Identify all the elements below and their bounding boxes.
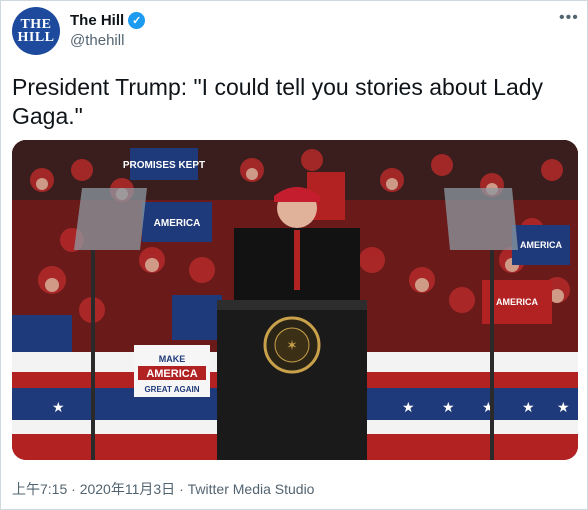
meta-separator: · <box>71 481 76 497</box>
sign-make: MAKE <box>159 354 186 364</box>
svg-text:✶: ✶ <box>286 338 298 354</box>
sign-america-right: AMERICA <box>520 240 562 250</box>
svg-text:★: ★ <box>402 400 415 416</box>
svg-text:★: ★ <box>442 400 455 416</box>
svg-text:★: ★ <box>557 400 570 416</box>
author-handle[interactable]: @thehill <box>70 32 124 49</box>
sign-promises: PROMISES KEPT <box>123 160 205 171</box>
tweet-card: THE HILL The Hill ✓ @thehill ••• Preside… <box>0 0 588 510</box>
sign-america-red: AMERICA <box>496 297 538 307</box>
verified-badge-icon: ✓ <box>128 12 146 29</box>
avatar-text-bottom: HILL <box>17 30 55 45</box>
sign-america-left: AMERICA <box>154 218 201 229</box>
author-name[interactable]: The Hill <box>70 12 124 29</box>
svg-text:★: ★ <box>522 400 535 416</box>
tweet-date[interactable]: 2020年11月3日 <box>80 481 175 497</box>
tweet-text: President Trump: "I could tell you stori… <box>12 74 544 129</box>
video-frame: PROMISES KEPT AMERICA AMERICA AMERICA ★ … <box>12 140 578 460</box>
meta-separator-2: · <box>179 481 184 497</box>
tweet-video[interactable]: PROMISES KEPT AMERICA AMERICA AMERICA ★ … <box>12 140 578 460</box>
tweet-time[interactable]: 上午7:15 <box>12 481 67 497</box>
sign-america-podium: AMERICA <box>146 368 197 380</box>
svg-text:★: ★ <box>52 400 65 416</box>
sign-great-again: GREAT AGAIN <box>144 385 199 394</box>
avatar[interactable]: THE HILL <box>12 7 60 55</box>
tweet-source[interactable]: Twitter Media Studio <box>188 481 315 497</box>
more-icon[interactable]: ••• <box>559 9 579 27</box>
tweet-meta: 上午7:15 · 2020年11月3日 · Twitter Media Stud… <box>12 479 314 499</box>
author-name-row[interactable]: The Hill ✓ <box>70 12 146 29</box>
